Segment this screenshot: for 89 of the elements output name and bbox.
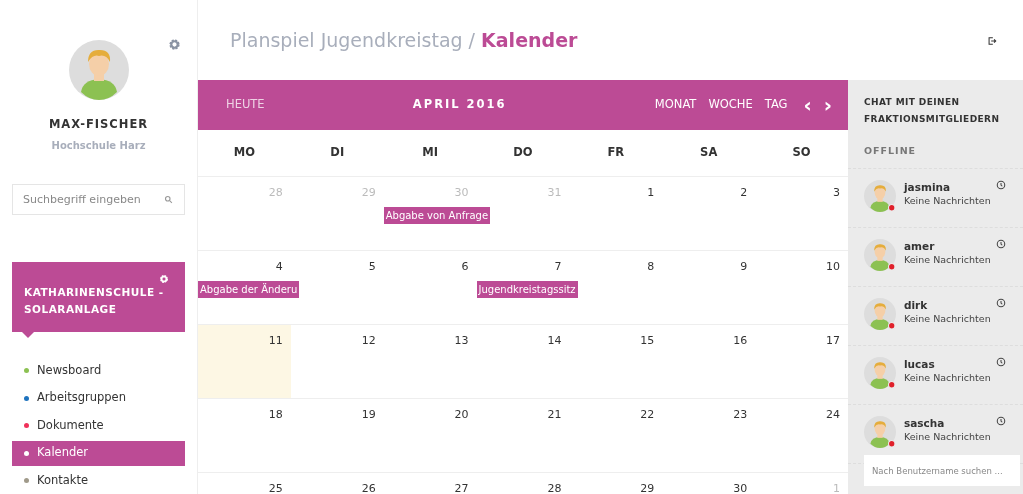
- weekday-label: MI: [422, 145, 438, 160]
- view-button[interactable]: WOCHE: [702, 96, 759, 114]
- avatar-icon: [68, 40, 129, 100]
- weekday-label: MO: [233, 145, 256, 160]
- weekday-label: DO: [513, 145, 533, 160]
- user-name[interactable]: jasmina: [904, 180, 991, 195]
- day-number: 9: [740, 260, 749, 273]
- avatar-icon: [864, 416, 896, 449]
- clock-icon: [996, 357, 1006, 368]
- nav-item[interactable]: Newsboard: [12, 358, 185, 383]
- day-number: 20: [454, 408, 470, 421]
- day-number: 4: [275, 260, 284, 273]
- day-number: 23: [733, 408, 749, 421]
- view-button[interactable]: MONAT: [648, 96, 703, 114]
- settings-icon[interactable]: [168, 38, 181, 51]
- day-number: 11: [268, 334, 284, 347]
- user-name[interactable]: dirk: [904, 298, 991, 313]
- message-status: Keine Nachrichten: [904, 312, 991, 327]
- user-name[interactable]: lucas: [904, 357, 991, 372]
- day-number: 2: [740, 186, 749, 199]
- day-number: 1: [833, 482, 841, 494]
- weekday-label: SO: [792, 145, 811, 160]
- day-number: 13: [454, 334, 470, 347]
- clock-icon: [996, 180, 1006, 191]
- day-number: 28: [268, 186, 284, 199]
- day-number: 8: [647, 260, 656, 273]
- prev-button[interactable]: ‹: [797, 90, 818, 120]
- user-search-field[interactable]: Nach Benutzername suchen ...: [864, 455, 1020, 486]
- user-name[interactable]: sascha: [904, 416, 991, 431]
- day-number: 16: [733, 334, 749, 347]
- clock-icon: [996, 416, 1006, 427]
- message-status: Keine Nachrichten: [904, 194, 991, 209]
- day-number: 19: [361, 408, 377, 421]
- day-number: 24: [826, 408, 841, 421]
- breadcrumb: Planspiel Jugendkreistag / Kalender: [230, 27, 578, 53]
- school-name: Hochschule Harz: [51, 139, 146, 151]
- day-number: 29: [640, 482, 656, 494]
- nav-item[interactable]: Dokumente: [12, 413, 185, 438]
- clock-icon: [996, 298, 1006, 309]
- day-number: 25: [268, 482, 284, 494]
- avatar-icon: [864, 239, 896, 272]
- avatar-icon: [864, 357, 896, 390]
- today-button[interactable]: HEUTE: [220, 96, 271, 114]
- day-number: 31: [547, 186, 563, 199]
- day-number: 5: [368, 260, 377, 273]
- day-number: 22: [640, 408, 656, 421]
- weekday-label: FR: [607, 145, 625, 160]
- day-number: 27: [454, 482, 470, 494]
- avatar-icon: [864, 298, 896, 331]
- user-name[interactable]: amer: [904, 239, 991, 254]
- message-status: Keine Nachrichten: [904, 430, 991, 445]
- event-label[interactable]: Abgabe der Änderu: [198, 280, 300, 298]
- next-button[interactable]: ›: [817, 90, 838, 120]
- chat-title: CHAT MIT DEINEN FRAKTIONSMITGLIEDERN: [863, 96, 1001, 126]
- search-field[interactable]: Suchbegriff eingeben: [12, 184, 185, 215]
- day-number: 26: [361, 482, 377, 494]
- day-number: 17: [826, 334, 841, 347]
- day-number: 18: [268, 408, 284, 421]
- day-number: 3: [833, 186, 841, 199]
- weekday-label: SA: [700, 145, 718, 160]
- day-number: 7: [554, 260, 563, 273]
- nav-item[interactable]: Kalender: [12, 440, 185, 466]
- event-label[interactable]: Abgabe von Anfrage: [383, 206, 491, 224]
- weekday-label: DI: [330, 145, 345, 160]
- user-name: MAX-FISCHER: [48, 117, 149, 131]
- message-status: Keine Nachrichten: [904, 371, 991, 386]
- event-label[interactable]: Jugendkreistagssitz: [476, 280, 578, 298]
- logout-icon[interactable]: [987, 36, 997, 46]
- search-icon[interactable]: [164, 195, 173, 204]
- avatar-icon: [864, 180, 896, 213]
- day-number: 30: [733, 482, 749, 494]
- day-number: 30: [454, 186, 470, 199]
- section-label: OFFLINE: [864, 145, 917, 156]
- day-number: 14: [547, 334, 563, 347]
- day-number: 1: [647, 186, 656, 199]
- day-number: 28: [547, 482, 563, 494]
- day-number: 15: [640, 334, 656, 347]
- project-title: KATHARINENSCHULE - SOLARANLAGE: [24, 285, 165, 317]
- message-status: Keine Nachrichten: [904, 253, 991, 268]
- day-number: 29: [361, 186, 377, 199]
- day-number: 6: [461, 260, 470, 273]
- day-number: 10: [826, 260, 841, 273]
- clock-icon: [996, 239, 1006, 250]
- nav-item[interactable]: Arbeitsgruppen: [12, 385, 185, 411]
- nav-item[interactable]: Kontakte: [12, 468, 185, 493]
- day-number: 21: [547, 408, 563, 421]
- month-title: APRIL 2016: [412, 96, 507, 114]
- day-number: 12: [361, 334, 377, 347]
- view-button[interactable]: TAG: [758, 96, 794, 114]
